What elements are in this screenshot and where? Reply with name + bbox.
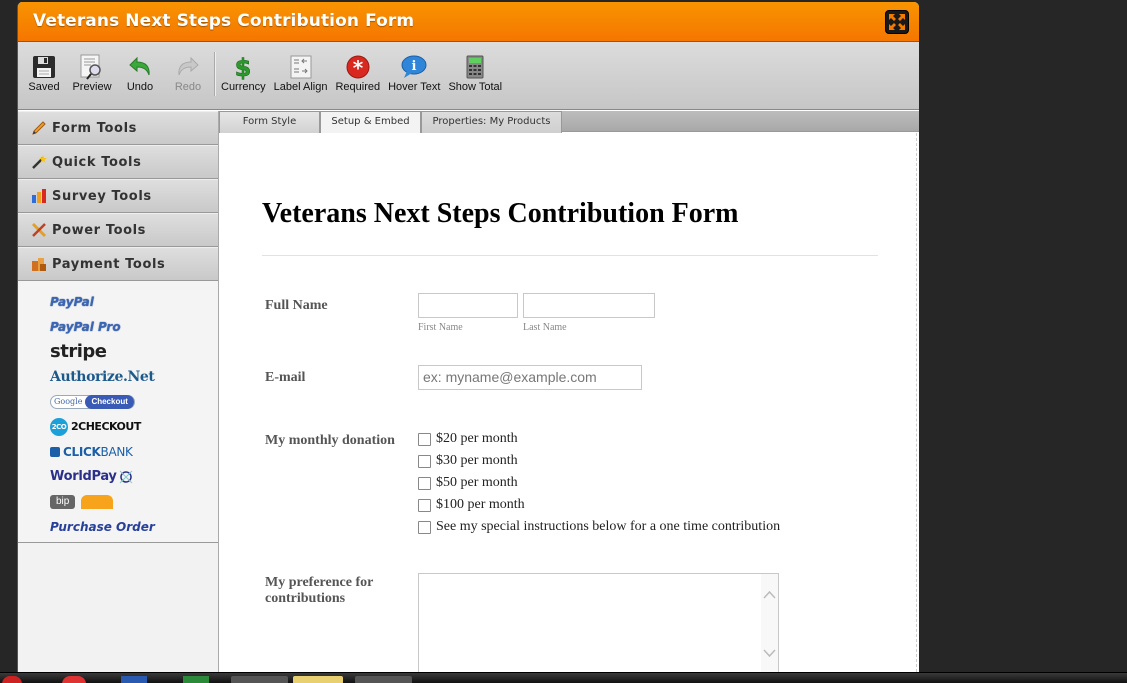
undo-icon <box>127 53 153 81</box>
label-align-button[interactable]: Label Align <box>274 42 327 93</box>
payment-paypal[interactable]: PayPal <box>50 289 218 314</box>
payment-paypal-pro[interactable]: PayPal Pro <box>50 314 218 339</box>
tab-properties-my-products[interactable]: Properties: My Products <box>421 111 562 133</box>
title-bar: Veterans Next Steps Contribution Form <box>18 2 919 42</box>
payment-worldpay[interactable]: WorldPay <box>50 464 218 489</box>
clickbank-logo-icon <box>50 446 60 457</box>
sidebar-item-survey-tools[interactable]: Survey Tools <box>18 179 218 213</box>
form-canvas: Veterans Next Steps Contribution Form Fu… <box>220 133 917 672</box>
redo-icon <box>175 53 201 81</box>
tools-icon <box>30 221 48 239</box>
calculator-icon <box>462 53 488 81</box>
magic-wand-icon <box>30 153 48 171</box>
toolbar: Saved Preview Undo Redo $ Currency Label… <box>18 42 919 110</box>
currency-button[interactable]: $ Currency <box>221 42 266 93</box>
onebip-logo-icon <box>81 494 114 509</box>
payment-gateway-list: PayPal PayPal Pro stripe Authorize.Net G… <box>18 281 218 543</box>
google-checkout-logo: Google Checkout <box>50 394 135 409</box>
full-name-label: Full Name <box>265 298 328 313</box>
last-name-input[interactable] <box>523 293 655 318</box>
donation-option-50[interactable]: $50 per month <box>418 475 518 491</box>
checkbox[interactable] <box>418 498 431 512</box>
form-heading[interactable]: Veterans Next Steps Contribution Form <box>262 198 739 230</box>
first-name-input[interactable] <box>418 293 518 318</box>
checkbox[interactable] <box>418 476 431 490</box>
sidebar-item-power-tools[interactable]: Power Tools <box>18 213 218 247</box>
required-asterisk-icon: * <box>345 53 371 81</box>
toolbar-separator <box>214 52 215 96</box>
info-bubble-icon: i <box>401 53 427 81</box>
last-name-sublabel: Last Name <box>523 322 567 333</box>
checkbox[interactable] <box>418 520 431 534</box>
donation-option-30[interactable]: $30 per month <box>418 453 518 469</box>
taskbar-ie-icon[interactable] <box>231 676 288 683</box>
donation-option-20[interactable]: $20 per month <box>418 431 518 447</box>
svg-text:*: * <box>353 56 364 79</box>
first-name-sublabel: First Name <box>418 322 463 333</box>
floppy-disk-icon <box>31 53 57 81</box>
tab-form-style[interactable]: Form Style <box>219 111 320 133</box>
redo-button[interactable]: Redo <box>168 42 208 93</box>
svg-text:$: $ <box>235 54 252 80</box>
payment-onebip[interactable]: bip <box>50 489 218 514</box>
os-taskbar <box>0 672 1127 683</box>
taskbar-word-icon[interactable] <box>121 676 147 683</box>
scroll-down-icon[interactable] <box>761 646 778 660</box>
bar-chart-icon <box>30 187 48 205</box>
checkbox[interactable] <box>418 432 431 446</box>
taskbar-app-icon[interactable] <box>2 676 22 683</box>
payment-google-checkout[interactable]: Google Checkout <box>50 389 218 414</box>
tabs: Form Style Setup & Embed Properties: My … <box>219 111 562 133</box>
hover-text-button[interactable]: i Hover Text <box>388 42 440 93</box>
fullscreen-button[interactable] <box>885 10 909 34</box>
2checkout-badge-icon: 2CO <box>50 417 68 436</box>
payment-2checkout[interactable]: 2CO 2CHECKOUT <box>50 414 218 439</box>
sidebar: Form Tools Quick Tools Survey Tools Powe… <box>18 111 219 672</box>
form-builder-window: Veterans Next Steps Contribution Form Sa… <box>17 2 919 672</box>
sidebar-item-form-tools[interactable]: Form Tools <box>18 111 218 145</box>
required-button[interactable]: * Required <box>335 42 380 93</box>
label-align-icon <box>288 53 314 81</box>
checkbox[interactable] <box>418 454 431 468</box>
payment-purchase-order[interactable]: Purchase Order <box>50 514 218 539</box>
window-title: Veterans Next Steps Contribution Form <box>33 11 415 31</box>
expand-arrows-icon <box>889 14 905 30</box>
textarea-scrollbar[interactable] <box>761 574 778 672</box>
preview-icon <box>79 53 105 81</box>
taskbar-excel-icon[interactable] <box>183 676 209 683</box>
worldpay-globe-icon <box>119 470 132 483</box>
payment-authorize-net[interactable]: Authorize.Net <box>50 364 218 389</box>
taskbar-app-icon[interactable] <box>62 676 86 683</box>
payment-clickbank[interactable]: CLICKBANK <box>50 439 218 464</box>
donation-label: My monthly donation <box>265 433 395 448</box>
heading-divider <box>262 255 878 256</box>
sidebar-item-payment-tools[interactable]: Payment Tools <box>18 247 218 281</box>
taskbar-acrobat-icon[interactable] <box>355 676 412 683</box>
email-input[interactable]: ex: myname@example.com <box>418 365 642 390</box>
email-label: E-mail <box>265 370 306 385</box>
dollar-icon: $ <box>230 53 256 81</box>
show-total-button[interactable]: Show Total <box>448 42 502 93</box>
taskbar-outlook-icon[interactable] <box>293 676 343 683</box>
preview-button[interactable]: Preview <box>72 42 112 93</box>
donation-option-100[interactable]: $100 per month <box>418 497 525 513</box>
preference-textarea[interactable] <box>418 573 779 672</box>
payment-stripe[interactable]: stripe <box>50 339 218 364</box>
sidebar-item-quick-tools[interactable]: Quick Tools <box>18 145 218 179</box>
tab-setup-embed[interactable]: Setup & Embed <box>320 111 421 133</box>
svg-text:i: i <box>412 59 417 74</box>
undo-button[interactable]: Undo <box>120 42 160 93</box>
preference-label: My preference for contributions <box>265 575 374 606</box>
scroll-up-icon[interactable] <box>761 588 778 602</box>
donation-option-one-time[interactable]: See my special instructions below for a … <box>418 519 780 535</box>
coins-icon <box>30 255 48 273</box>
pencil-icon <box>30 119 48 137</box>
saved-button[interactable]: Saved <box>24 42 64 93</box>
